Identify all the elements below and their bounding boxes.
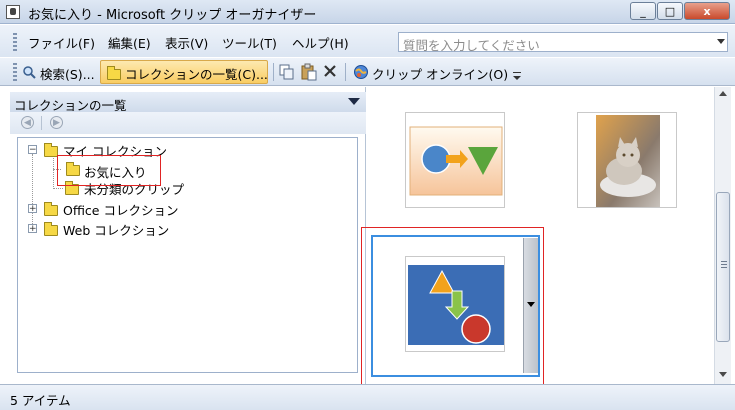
- search-icon[interactable]: [22, 65, 36, 79]
- menu-file[interactable]: ファイル(F): [28, 33, 95, 52]
- tree-line: [32, 154, 33, 230]
- toolbar: 検索(S)... コレクションの一覧(C)... クリップ オンライン(O): [0, 58, 735, 86]
- cat-photo-icon: [596, 115, 660, 207]
- menu-tools[interactable]: ツール(T): [222, 33, 277, 52]
- expand-icon[interactable]: +: [28, 204, 37, 214]
- toolbar-overflow-icon[interactable]: [512, 70, 522, 82]
- paste-icon[interactable]: [300, 63, 318, 81]
- forward-icon[interactable]: ▶: [50, 116, 63, 129]
- highlight-box: [361, 227, 544, 385]
- window-title: お気に入り - Microsoft クリップ オーガナイザー: [28, 8, 317, 23]
- collapse-icon[interactable]: −: [28, 145, 37, 155]
- folder-icon: [44, 202, 58, 216]
- close-button[interactable]: x: [684, 2, 730, 20]
- status-bar: 5 アイテム: [0, 384, 735, 410]
- expand-icon[interactable]: +: [28, 224, 37, 234]
- clip-thumbnail[interactable]: [405, 112, 505, 208]
- back-icon[interactable]: ◀: [21, 116, 34, 129]
- menu-help[interactable]: ヘルプ(H): [292, 33, 349, 52]
- collection-nav-bar: ◀ ▶: [10, 112, 366, 134]
- toolbar-separator: [345, 63, 346, 81]
- tree-line: [53, 158, 54, 189]
- menu-grip[interactable]: [13, 33, 17, 51]
- scrollbar-thumb[interactable]: [716, 192, 730, 342]
- app-icon[interactable]: [6, 5, 20, 19]
- tree-item-web[interactable]: Web コレクション: [63, 220, 169, 239]
- menu-view[interactable]: 表示(V): [165, 33, 208, 52]
- shapes-clipart-icon: [409, 126, 503, 196]
- gallery-scrollbar[interactable]: [714, 87, 731, 384]
- dropdown-icon[interactable]: [717, 39, 725, 44]
- chevron-down-icon[interactable]: [348, 98, 360, 105]
- copy-icon[interactable]: [279, 64, 295, 80]
- clips-online-button[interactable]: クリップ オンライン(O): [372, 64, 508, 83]
- ask-question-placeholder: 質問を入力してください: [403, 38, 540, 53]
- ask-question-input[interactable]: 質問を入力してください: [398, 32, 728, 53]
- tree-item-office[interactable]: Office コレクション: [63, 200, 178, 219]
- clip-thumbnail[interactable]: [577, 112, 677, 208]
- highlight-box: [57, 155, 161, 186]
- folder-icon: [107, 66, 121, 80]
- scroll-up-icon[interactable]: [719, 91, 727, 96]
- globe-icon[interactable]: [353, 64, 369, 80]
- folder-icon: [44, 143, 58, 157]
- search-button[interactable]: 検索(S)...: [40, 64, 95, 83]
- menu-edit[interactable]: 編集(E): [108, 33, 151, 52]
- delete-icon[interactable]: [323, 64, 337, 78]
- title-bar: お気に入り - Microsoft クリップ オーガナイザー _ □ x: [0, 0, 735, 24]
- scroll-down-icon[interactable]: [719, 372, 727, 377]
- folder-icon: [44, 222, 58, 236]
- collection-list-button[interactable]: コレクションの一覧(C)...: [100, 60, 268, 84]
- item-count: 5 アイテム: [10, 393, 71, 408]
- toolbar-grip[interactable]: [13, 63, 17, 81]
- grip-icon: [721, 261, 727, 262]
- collection-pane-header[interactable]: コレクションの一覧: [10, 92, 366, 113]
- toolbar-separator: [273, 63, 274, 81]
- maximize-button[interactable]: □: [657, 2, 683, 20]
- minimize-button[interactable]: _: [630, 2, 656, 20]
- collection-list-label: コレクションの一覧(C)...: [125, 67, 268, 82]
- tree-line: [53, 188, 63, 189]
- nav-separator: [41, 116, 42, 130]
